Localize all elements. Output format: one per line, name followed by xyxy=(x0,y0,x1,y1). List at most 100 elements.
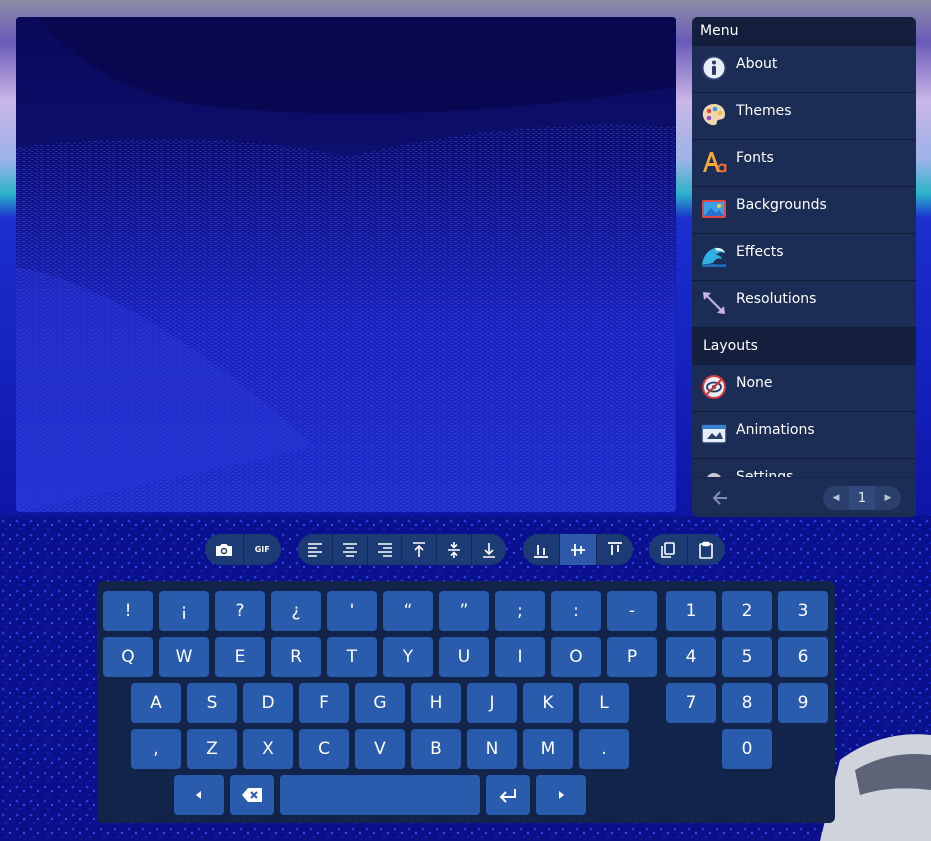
menu-item-none[interactable]: None xyxy=(692,365,916,412)
key[interactable]: Z xyxy=(187,729,237,769)
numpad-key[interactable]: 9 xyxy=(778,683,828,723)
numpad-key[interactable]: 6 xyxy=(778,637,828,677)
align-top-button[interactable] xyxy=(401,534,436,565)
key[interactable]: Y xyxy=(383,637,433,677)
align-top-icon xyxy=(413,541,426,557)
menu-item-label: Backgrounds xyxy=(736,197,827,213)
page-next-button[interactable]: ▶ xyxy=(875,486,901,510)
key[interactable]: N xyxy=(467,729,517,769)
key[interactable]: T xyxy=(327,637,377,677)
key[interactable]: ¿ xyxy=(271,591,321,631)
align-right-button[interactable] xyxy=(366,534,402,565)
menu-item-resolutions[interactable]: Resolutions xyxy=(692,281,916,328)
key[interactable]: R xyxy=(271,637,321,677)
key[interactable]: ! xyxy=(103,591,153,631)
hidden-icon xyxy=(702,375,726,399)
key[interactable]: , xyxy=(131,729,181,769)
align-center-icon xyxy=(342,542,357,557)
backspace-icon xyxy=(242,788,262,802)
numpad-key[interactable]: 4 xyxy=(666,637,716,677)
key[interactable]: . xyxy=(579,729,629,769)
key[interactable]: E xyxy=(215,637,265,677)
key[interactable]: ¡ xyxy=(159,591,209,631)
position-toolbar xyxy=(523,534,633,565)
key[interactable]: D xyxy=(243,683,293,723)
numpad-key[interactable]: 0 xyxy=(722,729,772,769)
numpad-key[interactable]: 7 xyxy=(666,683,716,723)
gear-icon xyxy=(707,473,721,477)
key[interactable]: ? xyxy=(215,591,265,631)
align-bottom-button[interactable] xyxy=(471,534,506,565)
preview-canvas[interactable] xyxy=(16,17,676,512)
gif-button[interactable]: GIF xyxy=(242,534,282,565)
key[interactable]: I xyxy=(495,637,545,677)
paste-button[interactable] xyxy=(686,534,726,565)
cursor-right-icon xyxy=(559,791,564,799)
backspace-key[interactable] xyxy=(230,775,274,815)
key[interactable]: ; xyxy=(495,591,545,631)
align-middle-icon xyxy=(448,541,461,558)
key[interactable]: Q xyxy=(103,637,153,677)
key[interactable]: P xyxy=(607,637,657,677)
key[interactable]: ” xyxy=(439,591,489,631)
key[interactable]: M xyxy=(523,729,573,769)
key[interactable]: J xyxy=(467,683,517,723)
page-prev-button[interactable]: ◀ xyxy=(823,486,849,510)
key[interactable]: G xyxy=(355,683,405,723)
menu-header: Menu xyxy=(692,17,916,46)
numpad-key[interactable]: 3 xyxy=(778,591,828,631)
on-screen-keyboard: ! ¡ ? ¿ ' “ ” ; : - Q W E R T Y U I O P … xyxy=(97,581,835,823)
key[interactable]: A xyxy=(131,683,181,723)
key[interactable]: B xyxy=(411,729,461,769)
position-center-icon xyxy=(571,543,585,556)
menu-item-fonts[interactable]: Fonts xyxy=(692,140,916,187)
align-left-button[interactable] xyxy=(298,534,332,565)
position-bottom-button[interactable] xyxy=(523,534,559,565)
numpad-key[interactable]: 5 xyxy=(722,637,772,677)
menu-item-settings[interactable]: Settings xyxy=(692,459,916,477)
arrow-left-icon xyxy=(712,491,727,505)
enter-key[interactable] xyxy=(486,775,530,815)
numpad-key[interactable]: 8 xyxy=(722,683,772,723)
screenshot-button[interactable] xyxy=(205,534,243,565)
key[interactable]: : xyxy=(551,591,601,631)
menu-item-animations[interactable]: Animations xyxy=(692,412,916,459)
menu-item-label: Fonts xyxy=(736,150,774,166)
key[interactable]: U xyxy=(439,637,489,677)
numpad-key[interactable]: 2 xyxy=(722,591,772,631)
space-key[interactable] xyxy=(280,775,480,815)
key[interactable]: K xyxy=(523,683,573,723)
paste-icon xyxy=(699,541,714,559)
key[interactable]: “ xyxy=(383,591,433,631)
menu-item-label: Resolutions xyxy=(736,291,817,307)
position-center-button[interactable] xyxy=(559,534,596,565)
key[interactable]: F xyxy=(299,683,349,723)
key[interactable]: V xyxy=(355,729,405,769)
numpad-key[interactable]: 1 xyxy=(666,591,716,631)
position-top-button[interactable] xyxy=(595,534,633,565)
cursor-right-key[interactable] xyxy=(536,775,586,815)
key[interactable]: ' xyxy=(327,591,377,631)
position-top-icon xyxy=(607,541,622,555)
menu-item-themes[interactable]: Themes xyxy=(692,93,916,140)
menu-item-label: About xyxy=(736,56,778,72)
animation-icon xyxy=(701,424,727,444)
menu-item-label: None xyxy=(736,375,773,391)
key[interactable]: H xyxy=(411,683,461,723)
back-button[interactable] xyxy=(706,484,734,512)
menu-item-effects[interactable]: Effects xyxy=(692,234,916,281)
key[interactable]: X xyxy=(243,729,293,769)
copy-button[interactable] xyxy=(649,534,687,565)
cursor-left-key[interactable] xyxy=(174,775,224,815)
menu-item-backgrounds[interactable]: Backgrounds xyxy=(692,187,916,234)
key[interactable]: O xyxy=(551,637,601,677)
align-center-button[interactable] xyxy=(331,534,367,565)
menu-item-about[interactable]: About xyxy=(692,46,916,93)
menu-list[interactable]: About Themes Fonts Backgrounds Effects R… xyxy=(692,46,916,477)
key[interactable]: C xyxy=(299,729,349,769)
key[interactable]: - xyxy=(607,591,657,631)
key[interactable]: W xyxy=(159,637,209,677)
key[interactable]: L xyxy=(579,683,629,723)
key[interactable]: S xyxy=(187,683,237,723)
align-middle-button[interactable] xyxy=(436,534,471,565)
